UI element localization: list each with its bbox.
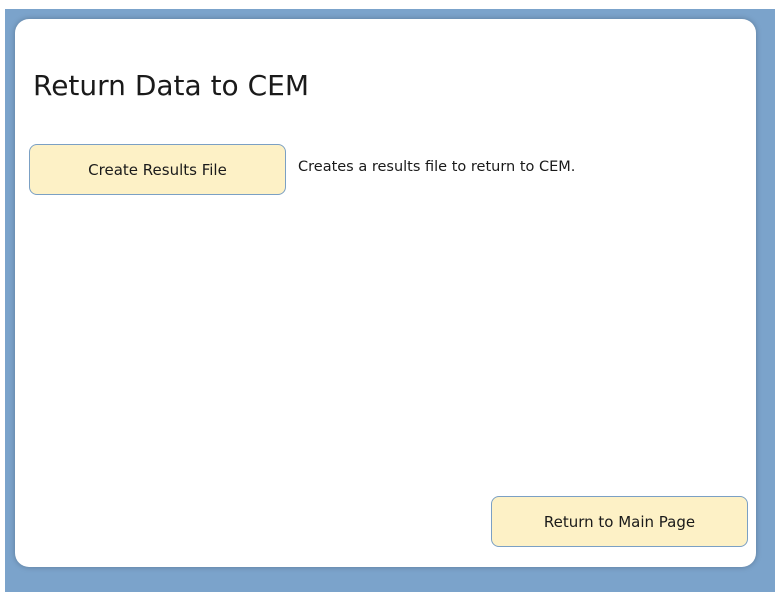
create-results-description: Creates a results file to return to CEM. — [298, 159, 576, 175]
create-results-file-button[interactable]: Create Results File — [29, 144, 286, 195]
page-title: Return Data to CEM — [33, 69, 309, 102]
main-panel: Return Data to CEM Create Results File C… — [15, 19, 756, 567]
return-to-main-page-button[interactable]: Return to Main Page — [491, 496, 748, 547]
